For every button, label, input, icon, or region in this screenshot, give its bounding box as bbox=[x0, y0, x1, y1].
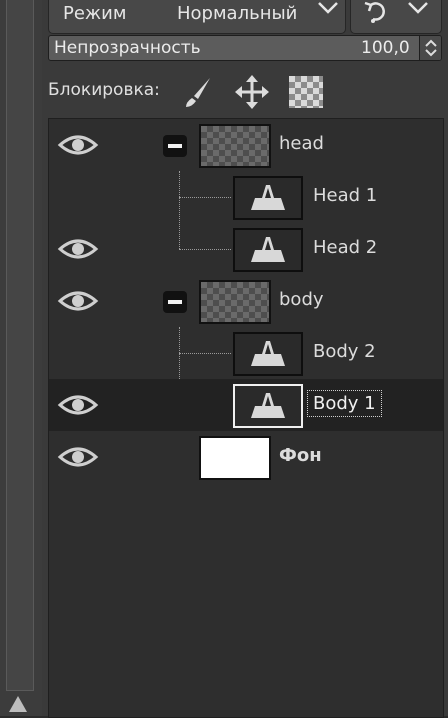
layer-row-head-2[interactable]: Head 2 bbox=[49, 223, 443, 275]
layer-row-body[interactable]: body bbox=[49, 275, 443, 327]
eye-icon[interactable] bbox=[57, 391, 99, 419]
eye-icon[interactable] bbox=[57, 287, 99, 315]
reset-mode-icon bbox=[364, 1, 385, 23]
layer-row-body-2[interactable]: Body 2 bbox=[49, 327, 443, 379]
chevron-down-icon[interactable] bbox=[317, 0, 339, 17]
layers-panel: Режим Нормальный Непрозрачность 100,0 Бл… bbox=[42, 0, 448, 718]
layer-thumbnail bbox=[199, 124, 271, 168]
layer-row-background[interactable]: Фон bbox=[49, 431, 443, 483]
layer-thumbnail bbox=[233, 176, 303, 220]
opacity-slider[interactable]: Непрозрачность 100,0 bbox=[48, 35, 442, 61]
toolbox-strip bbox=[0, 0, 42, 716]
collapse-icon[interactable] bbox=[163, 135, 187, 157]
mode-selector[interactable]: Режим Нормальный bbox=[48, 0, 346, 34]
layer-name[interactable]: Head 1 bbox=[313, 185, 377, 206]
spinner-arrows-icon bbox=[425, 39, 437, 57]
layer-name[interactable]: Body 1 bbox=[307, 390, 382, 417]
layer-thumbnail bbox=[199, 280, 271, 324]
opacity-value[interactable]: 100,0 bbox=[361, 38, 410, 58]
layer-name[interactable]: body bbox=[279, 289, 324, 310]
layer-name[interactable]: Фон bbox=[279, 445, 322, 466]
text-layer-icon bbox=[251, 237, 285, 262]
layer-row-body-1[interactable]: Body 1 bbox=[49, 379, 443, 431]
checkerboard-icon[interactable] bbox=[289, 76, 323, 108]
layer-thumbnail bbox=[199, 436, 271, 480]
text-layer-icon bbox=[251, 185, 285, 210]
layer-thumbnail bbox=[233, 332, 303, 376]
scroll-up-arrow-icon[interactable] bbox=[9, 696, 27, 712]
chevron-down-icon bbox=[408, 2, 428, 14]
mode-value[interactable]: Нормальный bbox=[177, 3, 297, 24]
lock-label: Блокировка: bbox=[48, 80, 160, 100]
opacity-label: Непрозрачность bbox=[54, 38, 201, 58]
layer-row-head[interactable]: head bbox=[49, 119, 443, 171]
eye-icon[interactable] bbox=[57, 235, 99, 263]
layer-thumbnail bbox=[233, 228, 303, 272]
layer-name[interactable]: head bbox=[279, 133, 324, 154]
layer-row-head-1[interactable]: Head 1 bbox=[49, 171, 443, 223]
opacity-spinner[interactable] bbox=[419, 36, 441, 60]
paintbrush-icon[interactable] bbox=[182, 74, 216, 110]
composite-mode-button[interactable] bbox=[350, 0, 442, 34]
layers-list: head Head 1 Head 2 body Body 2 Body 1 Фо… bbox=[48, 118, 444, 718]
layer-name[interactable]: Head 2 bbox=[313, 237, 377, 258]
eye-icon[interactable] bbox=[57, 443, 99, 471]
text-layer-icon bbox=[251, 393, 285, 418]
mode-label: Режим bbox=[63, 3, 127, 24]
eye-icon[interactable] bbox=[57, 131, 99, 159]
collapse-icon[interactable] bbox=[163, 291, 187, 313]
toolbox-scroll-track[interactable] bbox=[6, 0, 34, 691]
move-icon[interactable] bbox=[234, 74, 270, 110]
layer-thumbnail bbox=[233, 384, 303, 428]
layer-name[interactable]: Body 2 bbox=[313, 341, 376, 362]
text-layer-icon bbox=[251, 341, 285, 366]
